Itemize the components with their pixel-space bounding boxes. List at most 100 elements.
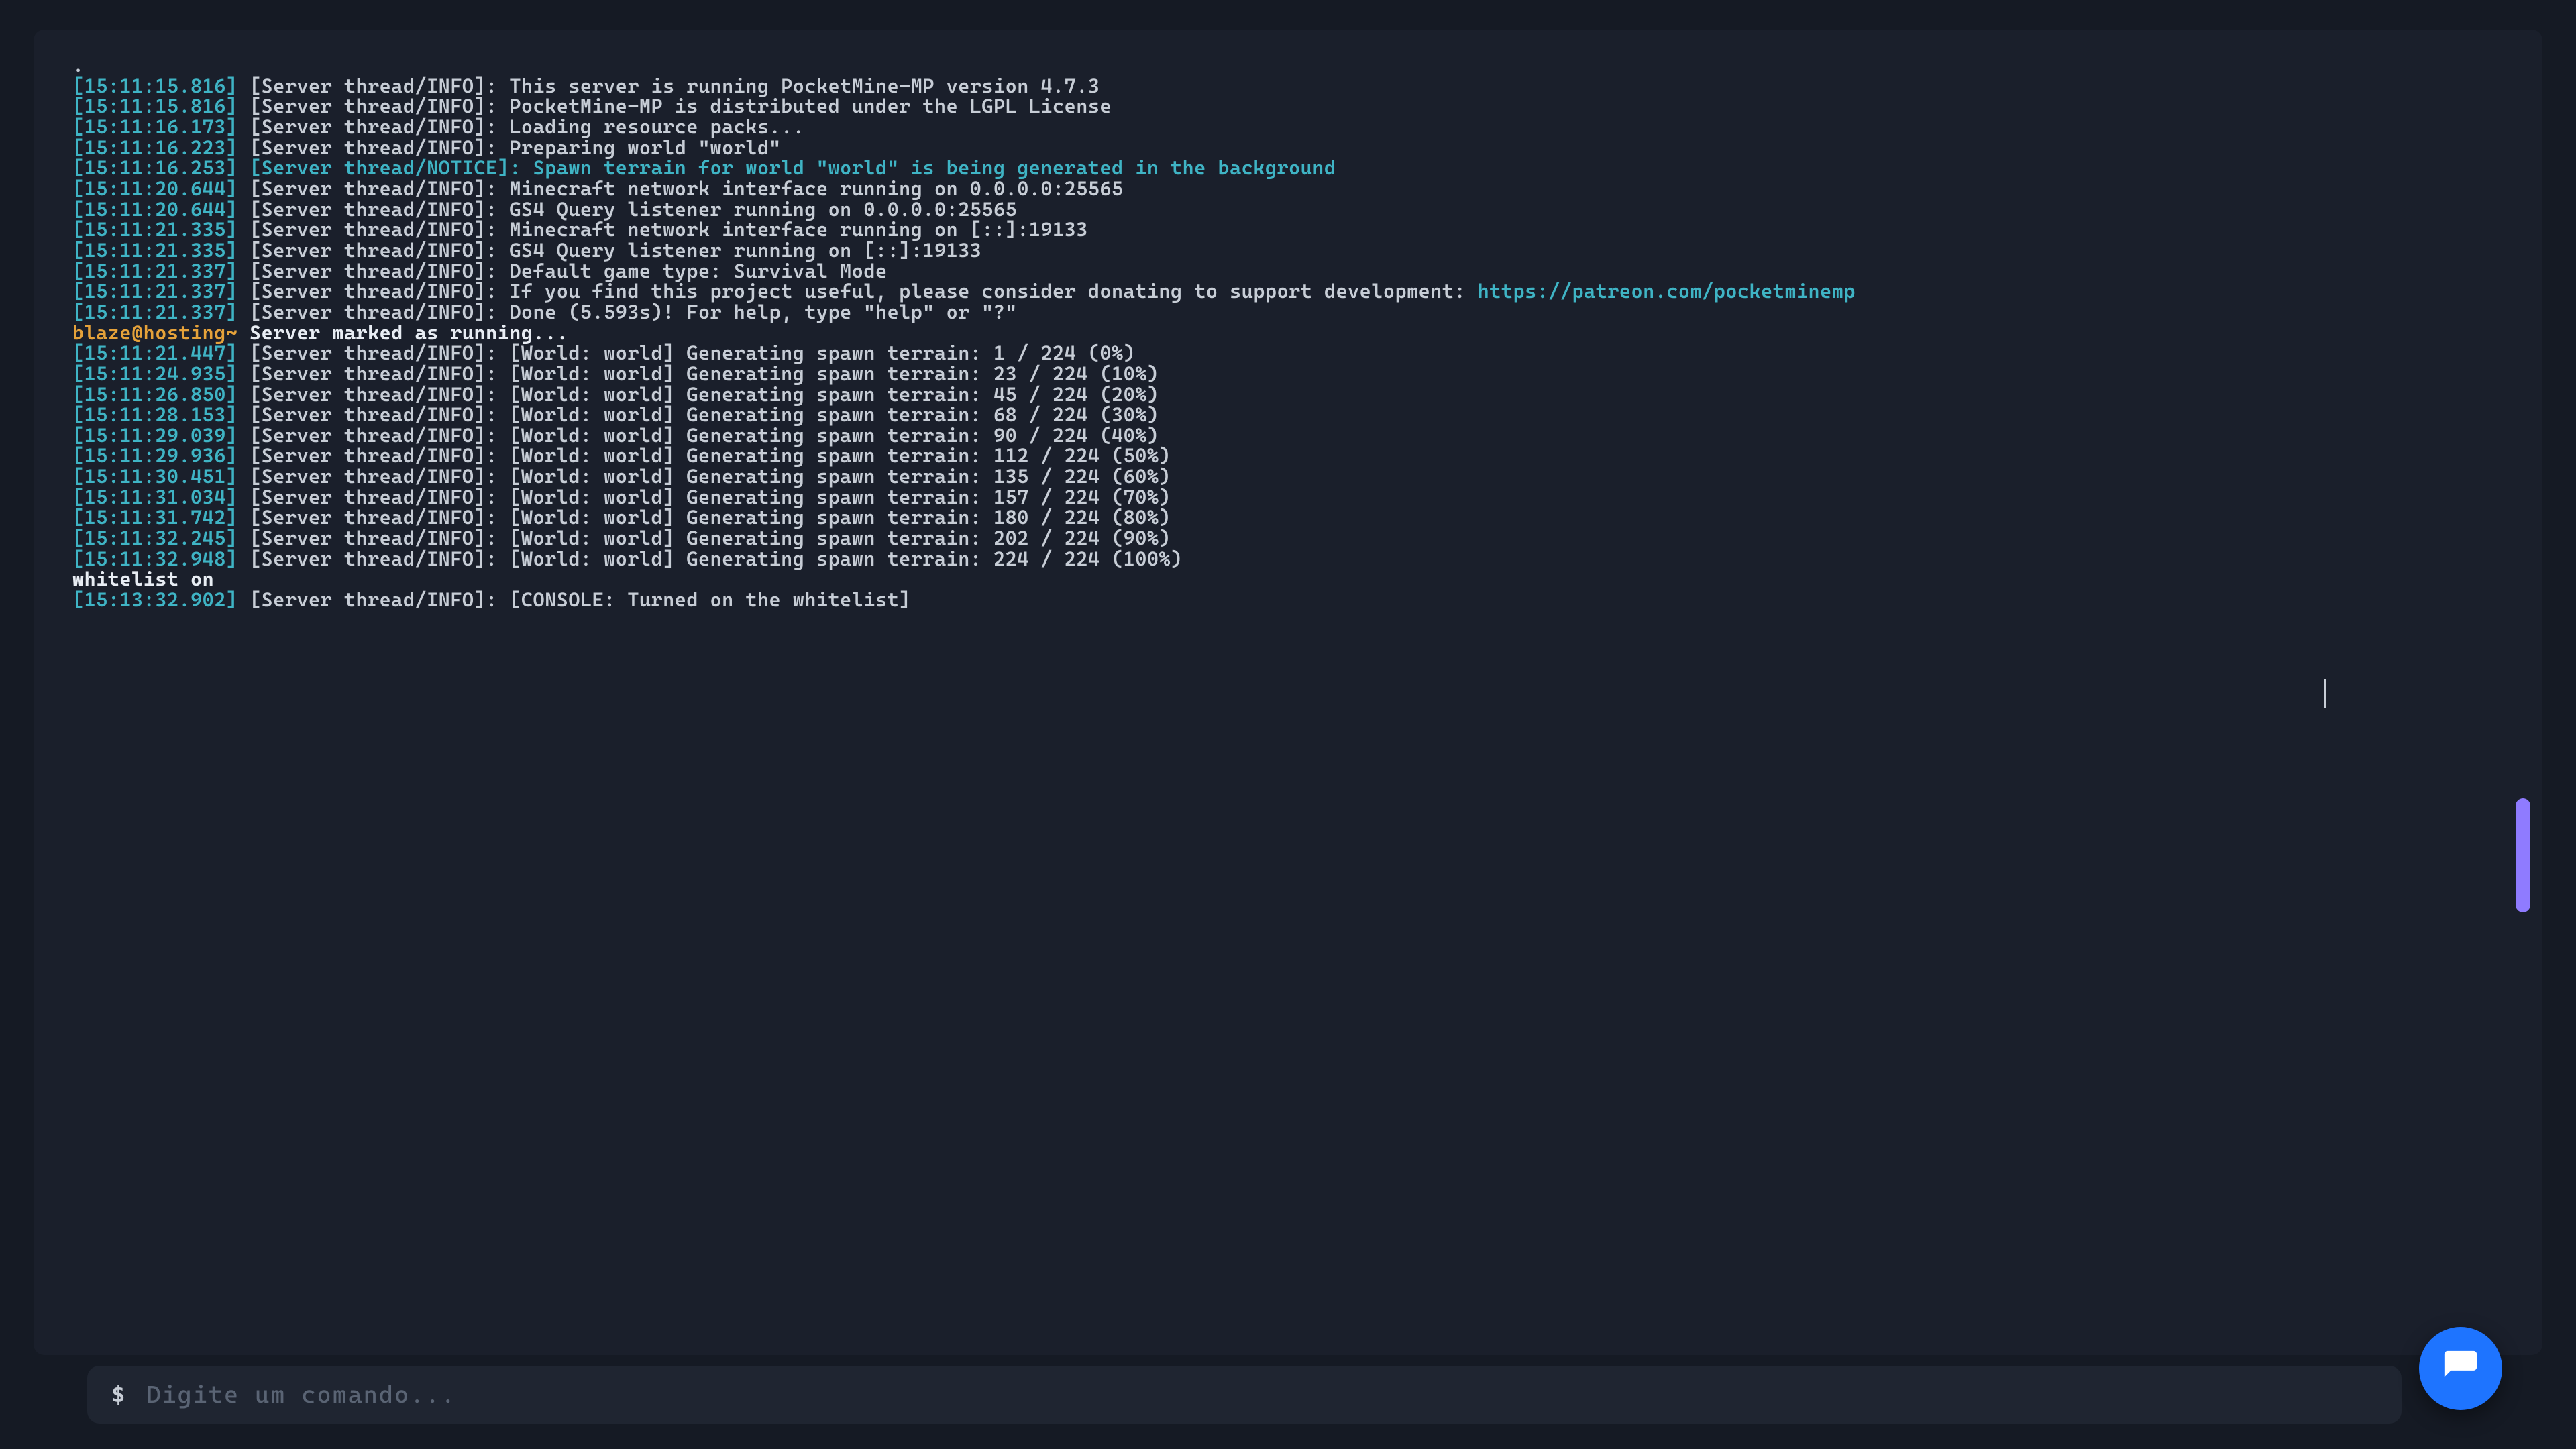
log-tag: [Server thread/INFO]: (250, 486, 498, 508)
log-tag: [Server thread/INFO]: (250, 588, 498, 611)
log-message: GS4 Query listener running on [::]:19133 (509, 239, 981, 262)
log-tag: [Server thread/INFO]: (250, 362, 498, 385)
log-line: [15:11:21.337] [Server thread/INFO]: If … (72, 281, 2504, 302)
log-line: [15:11:21.335] [Server thread/INFO]: Min… (72, 219, 2504, 240)
log-line: [15:11:16.223] [Server thread/INFO]: Pre… (72, 138, 2504, 158)
command-input[interactable] (146, 1381, 2377, 1409)
log-line: [15:11:21.337] [Server thread/INFO]: Def… (72, 261, 2504, 282)
log-message: [World: world] Generating spawn terrain:… (509, 465, 1171, 488)
log-timestamp: [15:11:29.039] (72, 424, 237, 447)
log-line: [15:11:21.337] [Server thread/INFO]: Don… (72, 302, 2504, 323)
log-timestamp: [15:11:20.644] (72, 177, 237, 200)
log-message: Preparing world "world" (509, 136, 781, 159)
log-line: [15:11:32.948] [Server thread/INFO]: [Wo… (72, 549, 2504, 570)
log-timestamp: [15:11:32.948] (72, 547, 237, 570)
log-line: [15:11:20.644] [Server thread/INFO]: Min… (72, 178, 2504, 199)
log-message: Minecraft network interface running on 0… (509, 177, 1123, 200)
log-timestamp: [15:11:16.253] (72, 156, 237, 179)
log-message: [World: world] Generating spawn terrain:… (509, 527, 1171, 549)
log-timestamp: [15:11:15.816] (72, 95, 237, 117)
log-message: [CONSOLE: Turned on the whitelist] (509, 588, 910, 611)
log-message: [World: world] Generating spawn terrain:… (509, 403, 1159, 426)
log-tag: [Server thread/INFO]: (250, 177, 498, 200)
log-line: [15:11:30.451] [Server thread/INFO]: [Wo… (72, 466, 2504, 487)
log-line: [15:11:16.253] [Server thread/NOTICE]: S… (72, 158, 2504, 178)
log-timestamp: [15:11:32.245] (72, 527, 237, 549)
log-message: GS4 Query listener running on 0.0.0.0:25… (509, 198, 1017, 221)
log-timestamp: [15:11:29.936] (72, 444, 237, 467)
scrollbar-thumb[interactable] (2516, 798, 2530, 912)
log-tag: [Server thread/INFO]: (250, 383, 498, 406)
log-message: If you find this project useful, please … (509, 280, 1477, 303)
log-line: [15:11:31.034] [Server thread/INFO]: [Wo… (72, 487, 2504, 508)
log-line: [15:11:15.816] [Server thread/INFO]: Poc… (72, 96, 2504, 117)
log-message: [World: world] Generating spawn terrain:… (509, 486, 1171, 508)
log-message: [World: world] Generating spawn terrain:… (509, 547, 1182, 570)
log-timestamp: [15:11:24.935] (72, 362, 237, 385)
log-url[interactable]: https://patreon.com/pocketminemp (1478, 280, 1856, 303)
log-tag: [Server thread/INFO]: (250, 136, 498, 159)
log-message: PocketMine-MP is distributed under the L… (509, 95, 1112, 117)
log-line: [15:11:29.039] [Server thread/INFO]: [Wo… (72, 425, 2504, 446)
log-message: Done (5.593s)! For help, type "help" or … (509, 301, 1017, 323)
log-tag: [Server thread/INFO]: (250, 403, 498, 426)
log-line: [15:11:24.935] [Server thread/INFO]: [Wo… (72, 364, 2504, 384)
console-log[interactable]: .[15:11:15.816] [Server thread/INFO]: Th… (72, 55, 2504, 610)
log-timestamp: [15:11:21.447] (72, 341, 237, 364)
log-timestamp: [15:11:31.742] (72, 506, 237, 529)
log-tag: [Server thread/INFO]: (250, 260, 498, 282)
log-line: [15:11:15.816] [Server thread/INFO]: Thi… (72, 76, 2504, 97)
log-timestamp: [15:11:30.451] (72, 465, 237, 488)
log-text: . (72, 54, 85, 76)
command-input-bar[interactable]: $ (87, 1366, 2402, 1424)
log-line: [15:13:32.902] [Server thread/INFO]: [CO… (72, 590, 2504, 610)
log-line: [15:11:29.936] [Server thread/INFO]: [Wo… (72, 445, 2504, 466)
log-tag: [Server thread/INFO]: (250, 198, 498, 221)
log-line: [15:11:31.742] [Server thread/INFO]: [Wo… (72, 507, 2504, 528)
log-timestamp: [15:11:31.034] (72, 486, 237, 508)
log-message: [World: world] Generating spawn terrain:… (509, 444, 1171, 467)
log-message: [World: world] Generating spawn terrain:… (509, 424, 1159, 447)
log-timestamp: [15:11:15.816] (72, 74, 237, 97)
log-line: [15:11:16.173] [Server thread/INFO]: Loa… (72, 117, 2504, 138)
log-timestamp: [15:11:21.337] (72, 280, 237, 303)
log-message: [World: world] Generating spawn terrain:… (509, 341, 1135, 364)
log-tag: [Server thread/INFO]: (250, 301, 498, 323)
log-line: whitelist on (72, 569, 2504, 590)
log-tag: [Server thread/INFO]: (250, 95, 498, 117)
log-line: . (72, 55, 2504, 76)
log-tag: [Server thread/INFO]: (250, 444, 498, 467)
log-line: [15:11:21.447] [Server thread/INFO]: [Wo… (72, 343, 2504, 364)
log-timestamp: [15:11:21.337] (72, 260, 237, 282)
chat-bubble-icon (2441, 1348, 2480, 1389)
log-tag: [Server thread/INFO]: (250, 424, 498, 447)
log-timestamp: [15:11:16.223] (72, 136, 237, 159)
prompt-symbol: $ (111, 1381, 125, 1408)
log-line: [15:11:32.245] [Server thread/INFO]: [Wo… (72, 528, 2504, 549)
log-line: [15:11:21.335] [Server thread/INFO]: GS4… (72, 240, 2504, 261)
log-tag: [Server thread/INFO]: (250, 527, 498, 549)
log-tag: [Server thread/INFO]: (250, 280, 498, 303)
chat-button[interactable] (2419, 1327, 2502, 1410)
log-timestamp: [15:11:21.337] (72, 301, 237, 323)
log-timestamp: [15:11:26.850] (72, 383, 237, 406)
console-app: .[15:11:15.816] [Server thread/INFO]: Th… (0, 0, 2576, 1449)
log-timestamp: [15:11:21.335] (72, 218, 237, 241)
user-command: whitelist on (72, 568, 214, 590)
log-tag: [Server thread/INFO]: (250, 218, 498, 241)
log-message: [World: world] Generating spawn terrain:… (509, 506, 1171, 529)
log-message: [World: world] Generating spawn terrain:… (509, 362, 1159, 385)
log-message: Minecraft network interface running on [… (509, 218, 1088, 241)
log-message: This server is running PocketMine-MP ver… (509, 74, 1099, 97)
log-tag: [Server thread/INFO]: (250, 239, 498, 262)
log-message: [World: world] Generating spawn terrain:… (509, 383, 1159, 406)
log-tag: [Server thread/NOTICE]: (250, 156, 521, 179)
console-panel: .[15:11:15.816] [Server thread/INFO]: Th… (34, 30, 2542, 1355)
log-tag: [Server thread/INFO]: (250, 506, 498, 529)
shell-prompt-message: Server marked as running... (250, 321, 568, 344)
text-cursor-icon (2324, 679, 2326, 708)
log-message: Spawn terrain for world "world" is being… (533, 156, 1336, 179)
log-line: [15:11:26.850] [Server thread/INFO]: [Wo… (72, 384, 2504, 405)
log-tag: [Server thread/INFO]: (250, 465, 498, 488)
log-tag: [Server thread/INFO]: (250, 74, 498, 97)
